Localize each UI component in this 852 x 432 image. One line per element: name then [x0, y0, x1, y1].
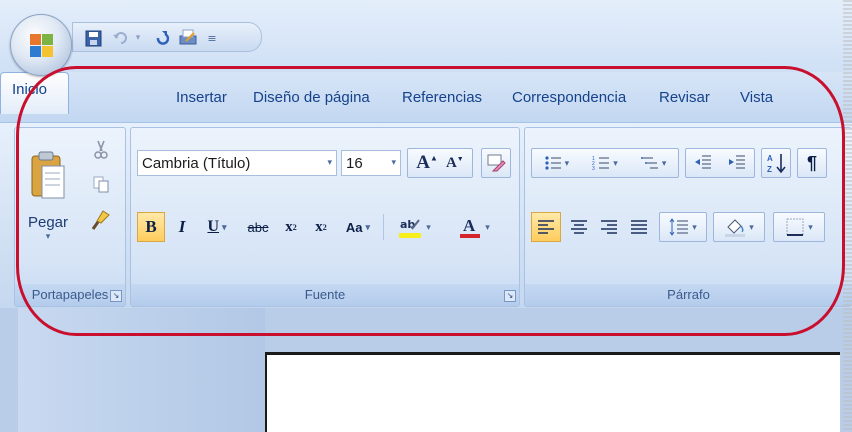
undo-dropdown-icon[interactable]: ▾ [133, 27, 143, 49]
italic-icon[interactable]: I [169, 212, 195, 242]
grow-font-icon[interactable]: A▲ [416, 152, 438, 174]
superscript-icon[interactable]: x2 [307, 212, 335, 242]
font-size-select[interactable]: 16 ▾ [341, 150, 401, 176]
increase-indent-icon[interactable] [728, 154, 746, 173]
save-icon[interactable] [83, 27, 103, 49]
svg-text:A: A [463, 216, 476, 235]
group-label-parrafo: Párrafo [525, 284, 852, 306]
subscript-icon[interactable]: x2 [277, 212, 305, 242]
format-painter-icon[interactable] [89, 208, 113, 232]
font-name-select[interactable]: Cambria (Título) ▾ [137, 150, 337, 176]
print-icon[interactable] [177, 27, 199, 49]
ribbon: Pegar ▾ Portapapeles ↘ Cambria (Título) … [0, 122, 852, 308]
line-spacing-icon[interactable]: ▾ [659, 212, 707, 242]
change-case-icon[interactable]: Aa ▾ [337, 212, 379, 242]
show-formatting-marks-icon[interactable]: ¶ [797, 148, 827, 178]
highlight-color-button[interactable]: ab ▾ [387, 212, 441, 242]
paste-icon [31, 151, 65, 199]
tab-vista[interactable]: Vista [740, 89, 773, 106]
font-size-buttons: A▲ A▼ [407, 148, 473, 178]
font-color-icon: A [460, 216, 481, 238]
shading-icon[interactable]: ▾ [713, 212, 765, 242]
bold-icon[interactable]: B [137, 212, 165, 242]
document-page[interactable] [265, 352, 840, 432]
tab-insertar[interactable]: Insertar [176, 89, 227, 106]
font-size-value: 16 [346, 154, 363, 172]
paste-label: Pegar [27, 214, 69, 231]
tab-label: Inicio [12, 81, 48, 98]
chevron-down-icon: ▾ [391, 157, 396, 167]
copy-icon[interactable] [89, 172, 113, 196]
office-button[interactable] [10, 14, 72, 76]
redo-icon[interactable] [151, 27, 171, 49]
group-label-portapapeles: Portapapeles [15, 284, 125, 306]
align-left-icon[interactable] [531, 212, 561, 242]
group-parrafo: ▾ 1 2 3 ▾ ▾ AZ ¶ ▾ ▾ ▾ Párrafo [524, 127, 852, 307]
justify-icon[interactable] [625, 212, 653, 242]
cut-icon[interactable] [89, 138, 113, 162]
document-margin [18, 308, 265, 432]
list-buttons: ▾ 1 2 3 ▾ ▾ [531, 148, 679, 178]
paste-dropdown-icon[interactable]: ▾ [46, 231, 51, 242]
tab-correspondencia[interactable]: Correspondencia [512, 89, 626, 106]
borders-icon[interactable]: ▾ [773, 212, 825, 242]
sort-icon[interactable]: AZ [761, 148, 791, 178]
quick-access-toolbar: ▾ ≡ [72, 22, 262, 52]
ribbon-tabs: Inicio Insertar Diseño de página Referen… [0, 72, 852, 122]
dialog-launcher-icon[interactable]: ↘ [110, 290, 122, 302]
customize-toolbar-icon[interactable]: ≡ [205, 27, 219, 49]
group-portapapeles: Pegar ▾ Portapapeles ↘ [14, 127, 126, 307]
align-right-icon[interactable] [595, 212, 623, 242]
numbering-icon[interactable]: 1 2 3 ▾ [592, 155, 618, 171]
tab-revisar[interactable]: Revisar [659, 89, 710, 106]
bullets-icon[interactable]: ▾ [544, 155, 569, 171]
document-area [0, 308, 852, 432]
chevron-down-icon: ▾ [327, 157, 332, 167]
paste-button[interactable]: Pegar ▾ [23, 136, 73, 256]
title-bar: ▾ ≡ [0, 0, 852, 76]
multilevel-list-icon[interactable]: ▾ [640, 155, 666, 171]
svg-text:Z: Z [767, 165, 772, 174]
shrink-font-icon[interactable]: A▼ [446, 155, 464, 172]
tab-inicio[interactable]: Inicio [0, 72, 69, 114]
underline-icon[interactable]: U ▾ [197, 212, 237, 242]
tab-referencias[interactable]: Referencias [402, 89, 482, 106]
separator [383, 214, 384, 240]
decrease-indent-icon[interactable] [694, 154, 712, 173]
undo-icon[interactable] [111, 27, 131, 49]
align-center-icon[interactable] [565, 212, 593, 242]
group-fuente: Cambria (Título) ▾ 16 ▾ A▲ A▼ B I U ▾ abc… [130, 127, 520, 307]
svg-text:3: 3 [592, 166, 595, 171]
font-color-button[interactable]: A ▾ [447, 212, 501, 242]
tab-diseno-de-pagina[interactable]: Diseño de página [253, 89, 370, 106]
office-logo-icon [30, 34, 54, 58]
window-edge [843, 0, 852, 432]
group-label-fuente: Fuente [131, 284, 519, 306]
font-name-value: Cambria (Título) [142, 154, 251, 172]
indent-buttons [685, 148, 755, 178]
dialog-launcher-icon[interactable]: ↘ [504, 290, 516, 302]
highlight-icon: ab [399, 218, 422, 238]
clear-formatting-icon[interactable] [481, 148, 511, 178]
strikethrough-icon[interactable]: abc [241, 212, 275, 242]
svg-text:A: A [767, 154, 773, 163]
